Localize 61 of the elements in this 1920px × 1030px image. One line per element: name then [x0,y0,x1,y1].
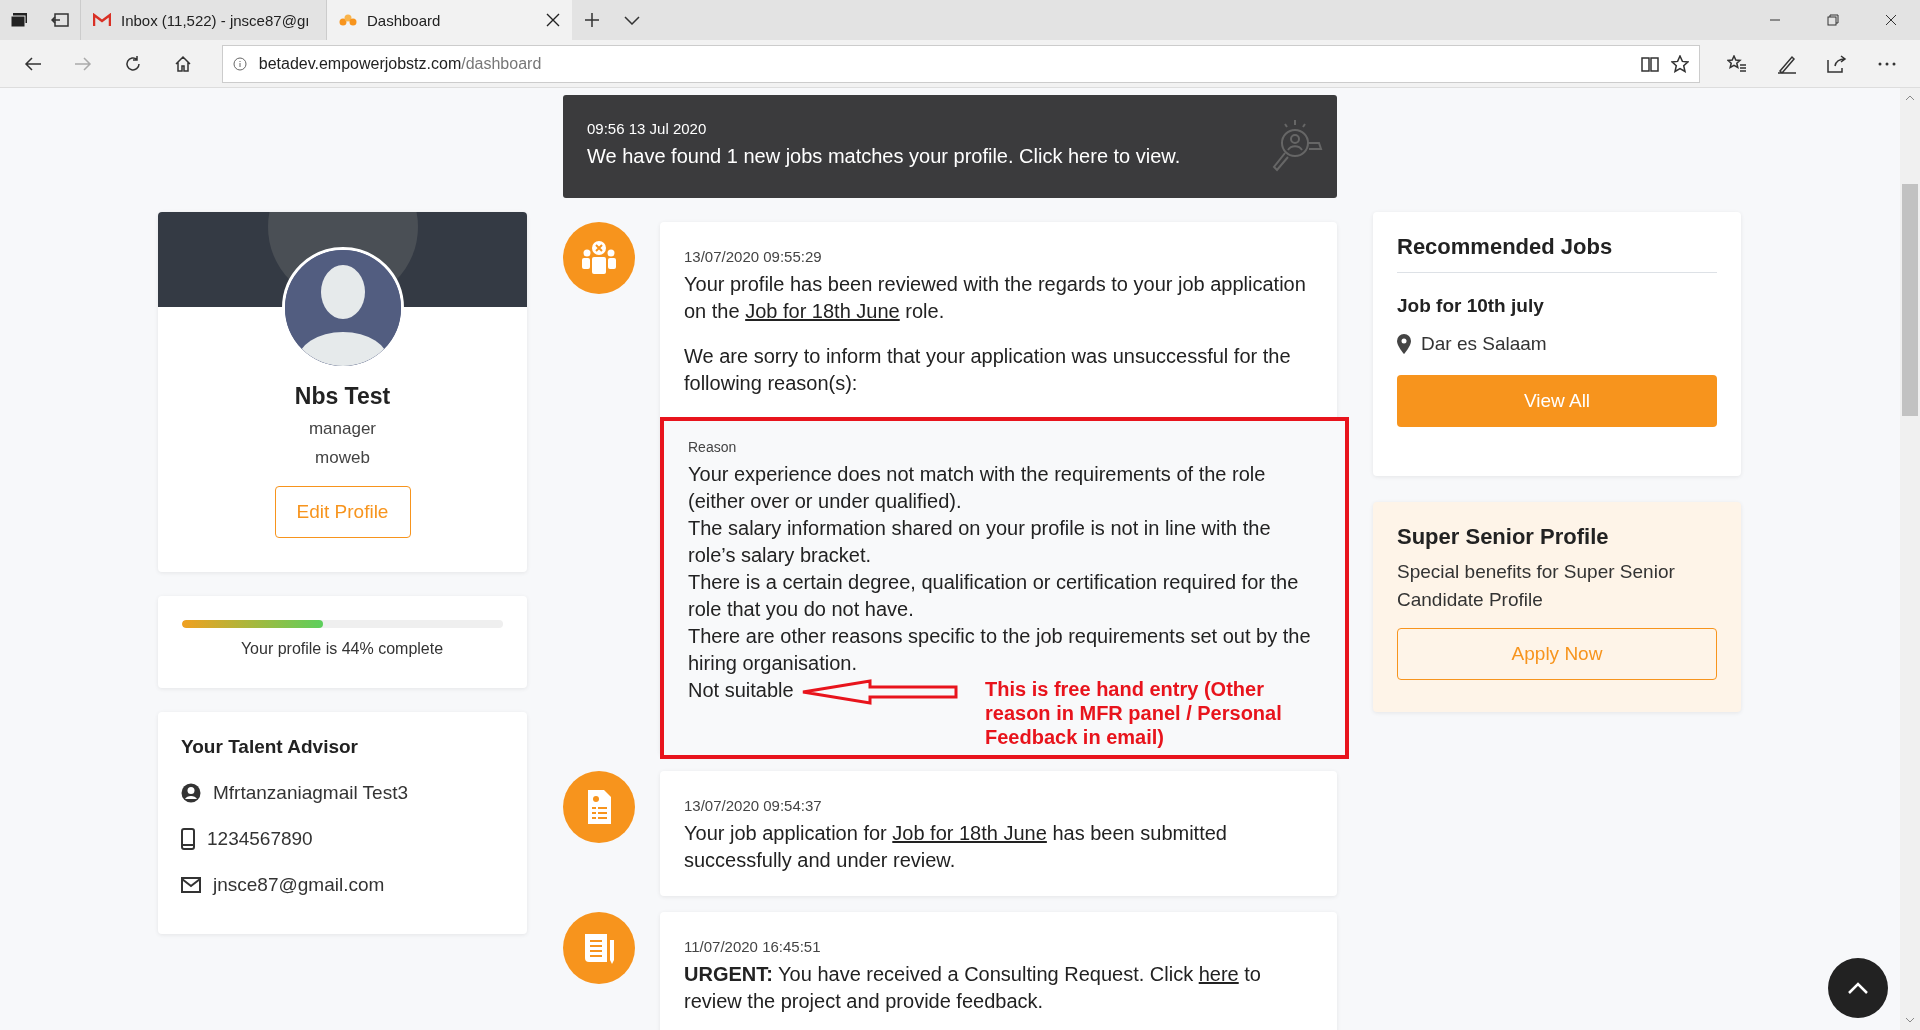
refresh-icon[interactable] [123,54,142,73]
site-logo-icon [339,14,357,26]
back-to-top-button[interactable] [1828,958,1888,1018]
home-icon[interactable] [173,54,192,73]
profile-role: manager [308,419,377,439]
back-arrow-icon[interactable] [23,55,42,72]
profile-company: moweb [315,448,370,468]
restore-icon[interactable] [1827,14,1839,26]
mail-icon [181,877,201,893]
job-link[interactable]: Job for 18th June [745,300,900,322]
tab-stack-icon[interactable] [11,12,29,28]
reading-view-icon[interactable] [1641,55,1659,72]
mail-icon [93,13,111,27]
job-link[interactable]: here [1198,963,1239,985]
reason-text: There is a certain degree, qualification or certification required for the role that you do not have. [688,570,1300,622]
new-tab-icon[interactable] [584,12,600,28]
chevron-down-icon[interactable] [624,15,640,25]
person-icon [181,783,201,803]
close-icon[interactable] [546,13,560,27]
super-senior-title: Super Senior Profile [1397,524,1610,550]
banner-time: 09:56 13 Jul 2020 [587,120,708,137]
recommended-jobs-title: Recommended Jobs [1397,234,1717,273]
reason-text: Your experience does not match with the requirements of the role (either over or under qualified). [688,462,1267,514]
address-bar[interactable]: betadev.empowerjobstz.com/dashboard [221,44,1700,83]
chevron-up-icon [1847,981,1869,995]
notification-time: 11/07/2020 16:45:51 [684,938,822,955]
notification-banner[interactable]: 09:56 13 Jul 2020 We have found 1 new jobs matches your profile. Click here to view. [563,95,1337,198]
browser-tab[interactable]: Dashboard [326,0,572,40]
profile-completion-text: Your profile is 44% complete [240,640,444,658]
notification-message: URGENT: You have received a Consulting Request. Click here to review the project and provide feedback. [684,962,1262,1014]
reason-text: Not suitable [688,678,794,703]
notification-time: 13/07/2020 09:55:29 [684,248,823,265]
info-icon[interactable] [232,56,247,71]
annotation-note: This is free hand entry (Other reason in MFR panel / Personal Feedback in email) [985,677,1283,749]
star-icon[interactable] [1671,54,1689,73]
advisor-name: Mfrtanzaniagmail Test3 [213,782,409,804]
favorites-icon[interactable] [1727,54,1747,73]
super-senior-description: Special benefits for Super Senior Candidate Profile [1397,560,1676,612]
notification-message: We are sorry to inform that your application was unsuccessful for the following reason(s): [684,344,1292,396]
advisor-phone: 1234567890 [207,828,313,850]
job-location: Dar es Salaam [1421,333,1547,355]
job-link[interactable]: Job for 18th June [892,822,1047,844]
advisor-email: jnsce87@gmail.com [213,874,385,896]
reason-text: There are other reasons specific to the job requirements set out by the hiring organisation. [688,624,1312,676]
advisor-title: Your Talent Advisor [181,736,359,758]
pen-icon[interactable] [1777,53,1797,74]
notification-message: Your job application for Job for 18th June has been submitted successfully and under review. [684,821,1228,873]
reason-text: The salary information shared on your profile is not in line with the role’s salary bracket. [688,516,1272,568]
url-text: betadev.empowerjobstz.com/dashboard [258,54,542,72]
more-icon[interactable] [1877,61,1897,66]
banner-message: We have found 1 new jobs matches your profile. Click here to view. [587,145,1182,168]
close-icon[interactable] [1885,14,1897,26]
reason-label: Reason [688,439,738,455]
location-pin-icon [1397,334,1411,354]
job-title: Job for 10th july [1397,295,1545,317]
phone-icon [181,828,195,850]
profile-name: Nbs Test [294,383,391,410]
notification-message: Your profile has been reviewed with the regards to your job application on the Job for 18th June role. [684,272,1307,324]
tab-back-icon[interactable] [51,13,69,27]
share-icon[interactable] [1827,54,1847,73]
notification-time: 13/07/2020 09:54:37 [684,797,823,814]
